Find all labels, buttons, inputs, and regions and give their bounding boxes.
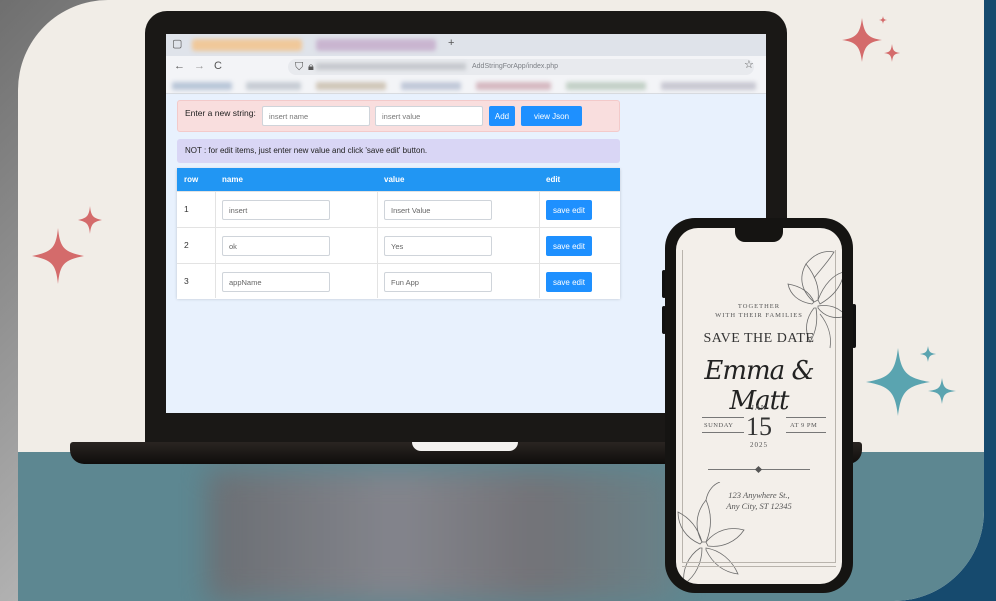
date-year: 2025	[750, 441, 768, 449]
header-edit: edit	[546, 175, 561, 184]
invitation-bottom-line	[682, 562, 836, 563]
back-icon[interactable]: ←	[174, 61, 185, 72]
tab-overview-icon[interactable]: ▢	[172, 39, 182, 50]
row-number: 2	[184, 240, 189, 250]
new-string-label: Enter a new string:	[185, 108, 256, 118]
event-time: AT 9 PM	[790, 422, 818, 429]
save-edit-button[interactable]: save edit	[546, 200, 592, 220]
bookmark-blurred[interactable]	[172, 82, 232, 90]
bookmark-blurred[interactable]	[476, 82, 551, 90]
bookmark-blurred[interactable]	[401, 82, 461, 90]
row-name-input[interactable]	[222, 200, 330, 220]
column-divider	[215, 191, 216, 298]
header-name: name	[222, 175, 243, 184]
browser-tabbar: ▢ +	[166, 34, 766, 56]
divider-line	[786, 417, 826, 418]
strings-table: row name value edit 1 save edit 2 save e…	[177, 168, 620, 299]
bookmark-blurred[interactable]	[316, 82, 386, 90]
column-divider	[377, 191, 378, 298]
together-line: TOGETHER	[737, 303, 781, 310]
save-edit-button[interactable]: save edit	[546, 236, 592, 256]
invitation-together: TOGETHER WITH THEIR FAMILIES	[676, 302, 842, 320]
divider-line	[702, 432, 744, 433]
row-name-input[interactable]	[222, 272, 330, 292]
save-the-date-heading: SAVE THE DATE	[703, 331, 815, 346]
phone-screen: TOGETHER WITH THEIR FAMILIES SAVE THE DA…	[676, 228, 842, 584]
divider-line	[786, 432, 826, 433]
laptop-notch	[412, 442, 518, 451]
row-value-input[interactable]	[384, 200, 492, 220]
row-name-input[interactable]	[222, 236, 330, 256]
edit-note: NOT : for edit items, just enter new val…	[177, 139, 620, 163]
reload-icon[interactable]: C	[214, 61, 222, 72]
table-row: 2 save edit	[177, 227, 620, 263]
bookmark-blurred[interactable]	[246, 82, 301, 90]
value-input[interactable]	[375, 106, 483, 126]
bookmark-star-icon[interactable]: ☆	[744, 60, 754, 71]
url-text[interactable]: AddStringForApp/index.php	[472, 63, 558, 70]
table-row: 3 save edit	[177, 263, 620, 299]
sparkle-icon	[842, 16, 900, 62]
sparkle-icon	[866, 346, 956, 416]
table-header: row name value edit	[177, 168, 620, 191]
view-json-button[interactable]: view Json	[521, 106, 582, 126]
divider-line	[702, 417, 744, 418]
add-button[interactable]: Add	[489, 106, 515, 126]
date-weekday: SUNDAY	[704, 422, 734, 429]
tab-blurred[interactable]	[316, 39, 436, 51]
invitation-bottom-line	[682, 566, 836, 567]
name-input[interactable]	[262, 106, 370, 126]
save-edit-button[interactable]: save edit	[546, 272, 592, 292]
lock-icon: 🔒︎	[308, 61, 314, 73]
blurred-reflection	[208, 470, 678, 601]
url-blurred-part	[316, 63, 466, 70]
header-row: row	[184, 175, 199, 184]
new-string-panel: Enter a new string: Add view Json	[177, 100, 620, 132]
phone-notch	[735, 228, 783, 242]
row-number: 3	[184, 276, 189, 286]
bookmark-blurred[interactable]	[566, 82, 646, 90]
tab-blurred[interactable]	[192, 39, 302, 51]
background-scene: ▢ + ← → C ⛉ 🔒︎ AddStringForApp/index.php…	[0, 0, 996, 601]
bookmarks-bar	[166, 78, 766, 94]
row-value-input[interactable]	[384, 272, 492, 292]
forward-icon[interactable]: →	[194, 61, 205, 72]
date-month: JAN	[751, 404, 767, 412]
column-divider	[539, 191, 540, 298]
families-line: WITH THEIR FAMILIES	[715, 312, 803, 319]
browser-toolbar: ← → C ⛉ 🔒︎ AddStringForApp/index.php ☆	[166, 56, 766, 78]
new-tab-icon[interactable]: +	[448, 38, 454, 49]
row-number: 1	[184, 204, 189, 214]
table-row: 1 save edit	[177, 191, 620, 227]
sparkle-icon	[32, 206, 102, 284]
address-line: 123 Anywhere St.,	[728, 490, 790, 500]
row-value-input[interactable]	[384, 236, 492, 256]
event-address: 123 Anywhere St., Any City, ST 12345	[676, 490, 842, 512]
header-value: value	[384, 175, 405, 184]
bookmark-blurred[interactable]	[661, 82, 756, 90]
shield-icon: ⛉	[295, 61, 304, 73]
address-line: Any City, ST 12345	[726, 501, 792, 511]
